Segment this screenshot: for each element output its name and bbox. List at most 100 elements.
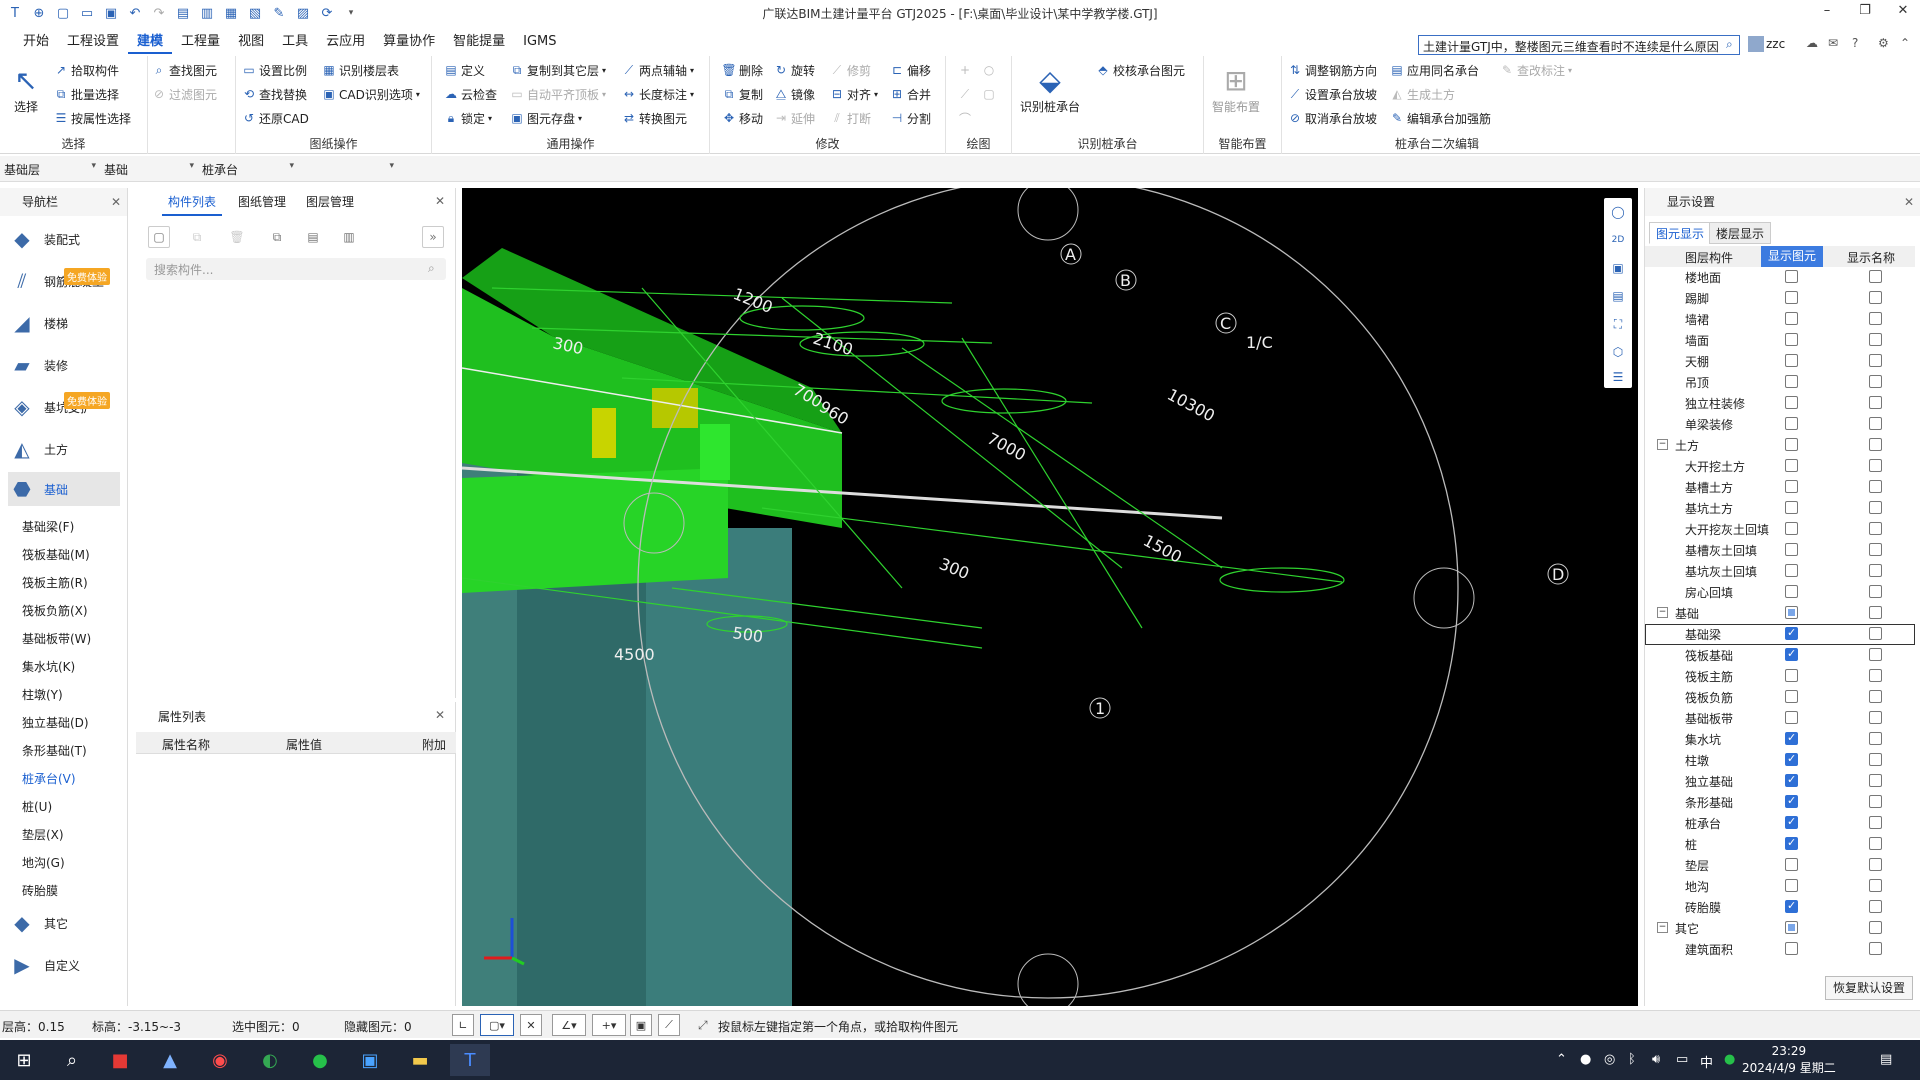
- pile[interactable]: [646, 528, 792, 1006]
- select-mode-toggle[interactable]: ▢▾: [480, 1014, 514, 1036]
- tray-app-icon[interactable]: ●: [1580, 1052, 1591, 1067]
- show-name-checkbox[interactable]: [1869, 480, 1882, 493]
- restore-button[interactable]: ❐: [1850, 3, 1880, 23]
- help-icon[interactable]: ?: [1852, 36, 1858, 50]
- explorer-icon[interactable]: ▬: [400, 1044, 440, 1076]
- show-element-checkbox[interactable]: [1785, 836, 1798, 850]
- layer-copy-icon[interactable]: ⧉: [266, 226, 288, 248]
- nav-sub-item[interactable]: 筏板主筋(R): [22, 574, 88, 591]
- component-select[interactable]: ▾: [300, 159, 396, 179]
- undo-icon[interactable]: ↶: [126, 4, 144, 22]
- select-button[interactable]: ↖ 选择: [8, 62, 44, 115]
- show-name-checkbox[interactable]: [1869, 711, 1882, 724]
- nav-sub-item[interactable]: 基础板带(W): [22, 630, 91, 647]
- nav-sub-item[interactable]: 集水坑(K): [22, 658, 75, 675]
- new-file-icon[interactable]: ▢: [54, 4, 72, 22]
- view-icon[interactable]: ▨: [294, 4, 312, 22]
- nav-custom[interactable]: ▶ 自定义: [8, 948, 120, 982]
- tab-smart[interactable]: 智能提量: [444, 30, 514, 54]
- nav-sub-item[interactable]: 垫层(X): [22, 826, 64, 843]
- close-window-button[interactable]: ✕: [1888, 3, 1918, 23]
- show-name-checkbox[interactable]: [1869, 396, 1882, 409]
- search-icon[interactable]: ⌕: [1726, 37, 1733, 52]
- tab-floor-display[interactable]: 楼层显示: [1709, 222, 1772, 244]
- show-name-checkbox[interactable]: [1869, 606, 1882, 619]
- show-element-checkbox[interactable]: [1785, 647, 1798, 661]
- show-element-checkbox[interactable]: [1785, 626, 1798, 640]
- align-button[interactable]: ⊟ 对齐 ▾: [830, 84, 878, 104]
- show-element-checkbox[interactable]: [1785, 606, 1798, 619]
- collapse-ribbon-icon[interactable]: ⌃: [1900, 36, 1910, 50]
- show-name-checkbox[interactable]: [1869, 312, 1882, 325]
- show-element-checkbox[interactable]: [1785, 669, 1798, 682]
- show-element-checkbox[interactable]: [1785, 711, 1798, 724]
- new-component-icon[interactable]: ▢: [148, 226, 170, 248]
- nav-sub-item[interactable]: 基础梁(F): [22, 518, 74, 535]
- orbit-handle[interactable]: [1413, 567, 1475, 629]
- show-element-checkbox[interactable]: [1785, 354, 1798, 367]
- copy-to-floor-button[interactable]: ⧉ 复制到其它层 ▾: [510, 60, 606, 80]
- show-name-checkbox[interactable]: [1869, 270, 1882, 283]
- show-element-checkbox[interactable]: [1785, 773, 1798, 787]
- tab-tools[interactable]: 工具: [273, 30, 317, 54]
- show-name-checkbox[interactable]: [1869, 648, 1882, 661]
- auto-align-slab-button[interactable]: ▭ 自动平齐顶板 ▾: [510, 84, 606, 104]
- grid-icon[interactable]: ▦: [222, 4, 240, 22]
- help-search-input[interactable]: 土建计量GTJ中，整楼图元三维查看时不连续是什么原因: [1418, 35, 1740, 55]
- report-icon[interactable]: ▥: [198, 4, 216, 22]
- show-element-checkbox[interactable]: [1785, 417, 1798, 430]
- show-name-checkbox[interactable]: [1869, 816, 1882, 829]
- layer-view-icon[interactable]: ▤: [1604, 282, 1632, 310]
- set-slope-button[interactable]: ⟋ 设置承台放坡: [1288, 84, 1377, 104]
- show-element-checkbox[interactable]: [1785, 543, 1798, 556]
- show-element-checkbox[interactable]: [1785, 312, 1798, 325]
- show-element-checkbox[interactable]: [1785, 731, 1798, 745]
- tray-settings-icon[interactable]: ◎: [1604, 1052, 1615, 1067]
- cube-view-icon[interactable]: ▣: [1604, 254, 1632, 282]
- edge-icon[interactable]: ◐: [250, 1044, 290, 1076]
- show-element-checkbox[interactable]: [1785, 858, 1798, 871]
- collapse-icon[interactable]: −: [1657, 922, 1668, 933]
- delete-component-icon[interactable]: 🗑︎: [226, 226, 248, 248]
- show-element-checkbox[interactable]: [1785, 879, 1798, 892]
- sort-icon[interactable]: ▤: [302, 226, 324, 248]
- two-point-axis-button[interactable]: ⟋ 两点辅轴 ▾: [622, 60, 694, 80]
- show-element-checkbox[interactable]: [1785, 375, 1798, 388]
- draw-arc-button[interactable]: ⌒: [958, 108, 972, 128]
- show-name-checkbox[interactable]: [1869, 732, 1882, 745]
- tab-project-settings[interactable]: 工程设置: [58, 30, 128, 54]
- tab-modeling[interactable]: 建模: [128, 30, 173, 54]
- volume-icon[interactable]: 🔊︎: [1652, 1052, 1660, 1067]
- nav-other[interactable]: ◆ 其它: [8, 906, 120, 940]
- tab-collab[interactable]: 算量协作: [374, 30, 444, 54]
- show-element-checkbox[interactable]: [1785, 942, 1798, 955]
- cross-select-toggle[interactable]: ✕: [520, 1014, 542, 1036]
- show-name-checkbox[interactable]: [1869, 942, 1882, 955]
- restore-defaults-button[interactable]: 恢复默认设置: [1825, 976, 1913, 1000]
- show-name-checkbox[interactable]: [1869, 522, 1882, 535]
- show-element-checkbox[interactable]: [1785, 333, 1798, 346]
- open-folder-icon[interactable]: ▭: [78, 4, 96, 22]
- tab-quantity[interactable]: 工程量: [172, 30, 229, 54]
- settings-icon[interactable]: ⚙: [1878, 36, 1889, 50]
- avatar[interactable]: [1748, 36, 1764, 52]
- show-name-checkbox[interactable]: [1869, 585, 1882, 598]
- element-save-button[interactable]: ▣ 图元存盘 ▾: [510, 108, 582, 128]
- nav-foundation[interactable]: ⬣ 基础: [8, 472, 120, 506]
- tab-cloud[interactable]: 云应用: [317, 30, 374, 54]
- show-element-checkbox[interactable]: [1785, 690, 1798, 703]
- copy-button[interactable]: ⧉ 复制: [722, 84, 763, 104]
- edit-stiffener-button[interactable]: ✎ 编辑承台加强筋: [1390, 108, 1491, 128]
- nav-earthwork[interactable]: ◭ 土方: [8, 432, 120, 466]
- copy-component-icon[interactable]: ⧉: [186, 226, 208, 248]
- angle-toggle[interactable]: ∠▾: [552, 1014, 586, 1036]
- wechat-tray-icon[interactable]: ●: [1724, 1052, 1735, 1067]
- nav-sub-item[interactable]: 条形基础(T): [22, 742, 87, 759]
- show-name-checkbox[interactable]: [1869, 795, 1882, 808]
- gtj-app-icon[interactable]: T: [450, 1044, 490, 1076]
- lock-button[interactable]: 🔒︎ 锁定 ▾: [444, 108, 492, 128]
- cad-options-button[interactable]: ▣ CAD识别选项 ▾: [322, 84, 420, 104]
- windows-start-icon[interactable]: ⊞: [4, 1044, 44, 1076]
- youdao-icon[interactable]: ■: [100, 1044, 140, 1076]
- adjust-rebar-button[interactable]: ⇅ 调整钢筋方向: [1288, 60, 1377, 80]
